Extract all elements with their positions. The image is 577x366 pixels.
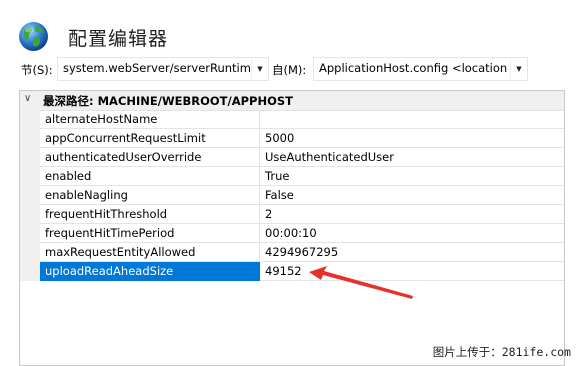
property-name[interactable]: maxRequestEntityAllowed: [40, 243, 260, 262]
row-gutter: [20, 110, 40, 129]
toolbar: 节(S): system.webServer/serverRuntime ▼ 自…: [0, 56, 577, 84]
globe-icon: [19, 22, 48, 51]
row-gutter: [20, 167, 40, 186]
property-value[interactable]: 5000: [260, 129, 564, 148]
property-value[interactable]: 00:00:10: [260, 224, 564, 243]
table-row[interactable]: frequentHitThreshold 2: [20, 205, 564, 224]
property-name[interactable]: enableNagling: [40, 186, 260, 205]
section-label: 节(S):: [21, 63, 53, 77]
row-gutter: [20, 148, 40, 167]
from-dropdown-value: ApplicationHost.config <location: [319, 61, 508, 75]
property-name[interactable]: frequentHitTimePeriod: [40, 224, 260, 243]
annotation-arrow-icon: [309, 266, 413, 299]
property-value[interactable]: [260, 110, 564, 129]
row-gutter: [20, 205, 40, 224]
property-value[interactable]: True: [260, 167, 564, 186]
property-name[interactable]: appConcurrentRequestLimit: [40, 129, 260, 148]
table-row[interactable]: frequentHitTimePeriod 00:00:10: [20, 224, 564, 243]
from-label: 自(M):: [272, 63, 307, 77]
row-gutter: [20, 243, 40, 262]
chevron-down-icon[interactable]: ▼: [251, 58, 268, 80]
property-value[interactable]: 2: [260, 205, 564, 224]
page-title: 配置编辑器: [68, 28, 169, 50]
section-dropdown-value: system.webServer/serverRuntime: [63, 61, 259, 75]
property-name[interactable]: authenticatedUserOverride: [40, 148, 260, 167]
table-row[interactable]: maxRequestEntityAllowed 4294967295: [20, 243, 564, 262]
property-value[interactable]: False: [260, 186, 564, 205]
section-header-label: 最深路径: MACHINE/WEBROOT/APPHOST: [43, 94, 294, 108]
row-gutter: [20, 129, 40, 148]
property-grid: ∨ 最深路径: MACHINE/WEBROOT/APPHOST alternat…: [19, 90, 565, 366]
table-row[interactable]: alternateHostName: [20, 110, 564, 129]
property-value[interactable]: UseAuthenticatedUser: [260, 148, 564, 167]
section-header[interactable]: ∨ 最深路径: MACHINE/WEBROOT/APPHOST: [20, 91, 564, 111]
table-row[interactable]: enabled True: [20, 167, 564, 186]
table-row[interactable]: enableNagling False: [20, 186, 564, 205]
from-dropdown[interactable]: ApplicationHost.config <location ▼: [313, 57, 528, 81]
property-name[interactable]: enabled: [40, 167, 260, 186]
table-row-selected[interactable]: uploadReadAheadSize 49152: [20, 262, 564, 281]
header: 配置编辑器: [0, 0, 577, 56]
section-dropdown[interactable]: system.webServer/serverRuntime ▼: [57, 57, 269, 81]
property-name[interactable]: frequentHitThreshold: [40, 205, 260, 224]
chevron-collapse-icon[interactable]: ∨: [24, 93, 31, 104]
row-gutter: [20, 186, 40, 205]
property-name[interactable]: uploadReadAheadSize: [40, 262, 260, 281]
row-gutter: [20, 262, 40, 281]
property-name[interactable]: alternateHostName: [40, 110, 260, 129]
table-row[interactable]: appConcurrentRequestLimit 5000: [20, 129, 564, 148]
table-row[interactable]: authenticatedUserOverride UseAuthenticat…: [20, 148, 564, 167]
property-value[interactable]: 4294967295: [260, 243, 564, 262]
chevron-down-icon[interactable]: ▼: [510, 58, 527, 80]
property-rows: alternateHostName appConcurrentRequestLi…: [20, 110, 564, 281]
row-gutter: [20, 224, 40, 243]
watermark: 图片上传于：281ife.com: [432, 345, 571, 359]
